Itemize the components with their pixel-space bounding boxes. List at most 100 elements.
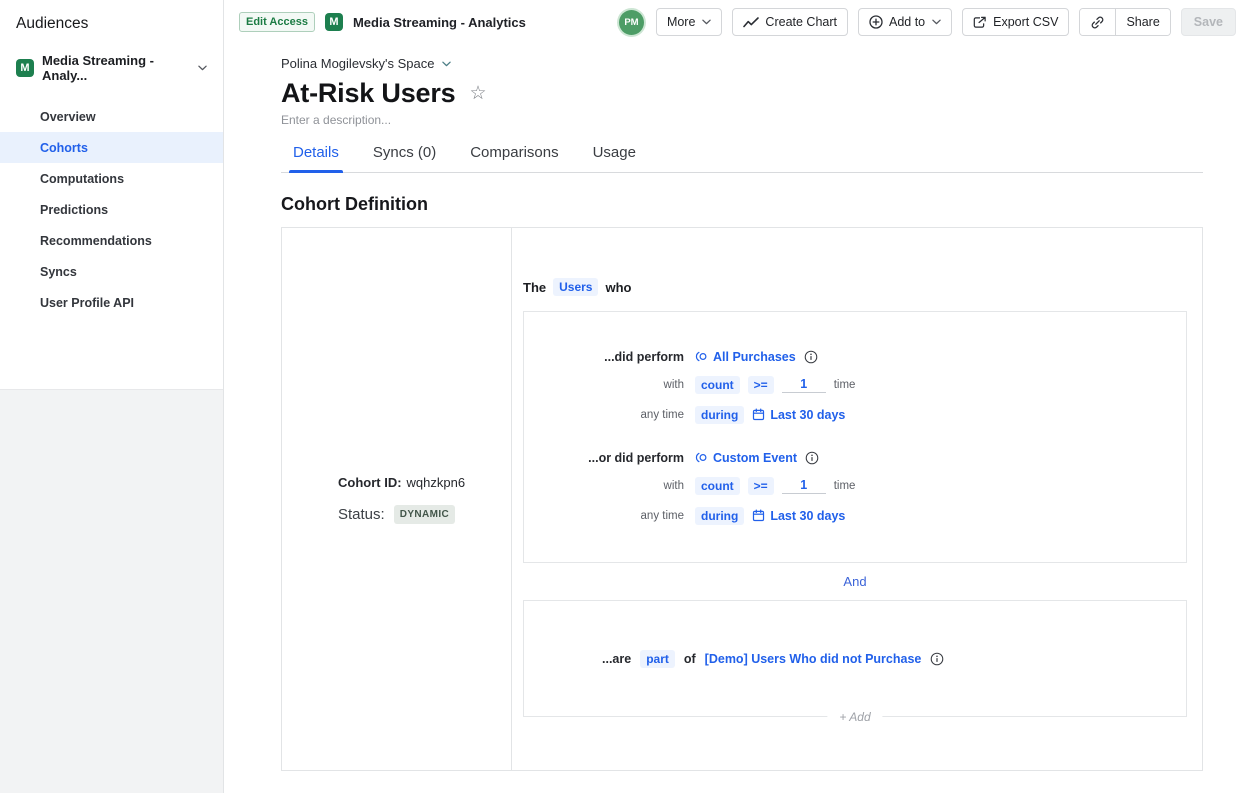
tab-usage[interactable]: Usage bbox=[589, 144, 640, 172]
time-window-label: Last 30 days bbox=[770, 408, 845, 422]
definition-builder: The Users who ...did perform bbox=[512, 228, 1202, 770]
aggregation-chip[interactable]: count bbox=[695, 376, 740, 394]
tab-comparisons[interactable]: Comparisons bbox=[466, 144, 562, 172]
unit-label: time bbox=[834, 480, 856, 492]
info-icon[interactable] bbox=[930, 652, 944, 666]
main-area: Edit Access M Media Streaming - Analytic… bbox=[224, 0, 1250, 793]
chevron-down-icon bbox=[442, 61, 451, 67]
subject-line: The Users who bbox=[523, 278, 1187, 296]
event-icon bbox=[695, 350, 708, 363]
tabs: Details Syncs (0) Comparisons Usage bbox=[281, 144, 1203, 173]
sidebar-item-user-profile-api[interactable]: User Profile API bbox=[0, 287, 223, 318]
link-icon bbox=[1090, 15, 1105, 30]
topbar-actions: PM More Create Chart bbox=[619, 8, 1236, 36]
tab-details[interactable]: Details bbox=[289, 144, 343, 172]
count-input[interactable]: 1 bbox=[782, 377, 826, 393]
time-window-link[interactable]: Last 30 days bbox=[752, 509, 845, 523]
sidebar-panel: Audiences M Media Streaming - Analy... O… bbox=[0, 0, 223, 390]
status-label: Status: bbox=[338, 506, 385, 523]
calendar-icon bbox=[752, 509, 765, 522]
operator-chip[interactable]: >= bbox=[748, 477, 774, 495]
topbar-left: Edit Access M Media Streaming - Analytic… bbox=[239, 12, 526, 32]
info-icon[interactable] bbox=[804, 350, 818, 364]
during-chip[interactable]: during bbox=[695, 406, 744, 424]
breadcrumb[interactable]: Polina Mogilevsky's Space bbox=[281, 56, 451, 71]
time-window-link[interactable]: Last 30 days bbox=[752, 408, 845, 422]
line-chart-icon bbox=[743, 17, 759, 28]
event-name: Custom Event bbox=[713, 451, 797, 465]
more-button[interactable]: More bbox=[656, 8, 722, 36]
description-placeholder[interactable]: Enter a description... bbox=[281, 113, 391, 127]
event-picker-link[interactable]: All Purchases bbox=[695, 350, 796, 364]
copy-link-button[interactable] bbox=[1080, 9, 1115, 35]
with-label: with bbox=[524, 379, 684, 391]
subject-users-chip[interactable]: Users bbox=[553, 278, 598, 296]
sidebar: Audiences M Media Streaming - Analy... O… bbox=[0, 0, 224, 793]
event-picker-link[interactable]: Custom Event bbox=[695, 451, 797, 465]
aggregation-chip[interactable]: count bbox=[695, 477, 740, 495]
status-badge: DYNAMIC bbox=[394, 505, 455, 524]
share-button[interactable]: Share bbox=[1116, 9, 1169, 35]
add-condition-button[interactable]: + Add bbox=[827, 710, 882, 724]
membership-mode-chip[interactable]: part bbox=[640, 650, 675, 668]
tab-syncs[interactable]: Syncs (0) bbox=[369, 144, 440, 172]
workspace-selector[interactable]: M Media Streaming - Analy... bbox=[8, 47, 215, 89]
create-chart-button[interactable]: Create Chart bbox=[732, 8, 848, 36]
subject-suffix: who bbox=[605, 280, 631, 295]
event-icon bbox=[695, 451, 708, 464]
export-csv-button[interactable]: Export CSV bbox=[962, 8, 1069, 36]
more-button-label: More bbox=[667, 15, 695, 29]
with-label: with bbox=[524, 480, 684, 492]
title-row: At-Risk Users ☆ bbox=[281, 78, 1203, 109]
page-content: Polina Mogilevsky's Space At-Risk Users … bbox=[224, 56, 1250, 771]
favorite-star-icon[interactable]: ☆ bbox=[469, 84, 486, 103]
chevron-down-icon bbox=[932, 19, 941, 25]
membership-card: ...are part of [Demo] Users Who did not … bbox=[523, 600, 1187, 717]
save-button[interactable]: Save bbox=[1181, 8, 1236, 36]
sidebar-item-cohorts[interactable]: Cohorts bbox=[0, 132, 223, 163]
sidebar-item-recommendations[interactable]: Recommendations bbox=[0, 225, 223, 256]
sidebar-item-overview[interactable]: Overview bbox=[0, 101, 223, 132]
event-condition-1: ...did perform All Purchases bbox=[524, 350, 1186, 424]
export-csv-label: Export CSV bbox=[993, 15, 1058, 29]
sidebar-item-predictions[interactable]: Predictions bbox=[0, 194, 223, 225]
add-to-button[interactable]: Add to bbox=[858, 8, 952, 36]
cohort-definition-panel: Cohort ID: wqhzkpn6 Status: DYNAMIC The U… bbox=[281, 227, 1203, 771]
workspace-name: Media Streaming - Analy... bbox=[42, 53, 188, 83]
user-avatar[interactable]: PM bbox=[619, 10, 644, 35]
chevron-down-icon bbox=[198, 65, 207, 71]
subject-prefix: The bbox=[523, 280, 546, 295]
add-to-label: Add to bbox=[889, 15, 925, 29]
anytime-label: any time bbox=[524, 409, 684, 421]
unit-label: time bbox=[834, 379, 856, 391]
count-input[interactable]: 1 bbox=[782, 478, 826, 494]
cohort-meta-column: Cohort ID: wqhzkpn6 Status: DYNAMIC bbox=[282, 228, 512, 770]
during-chip[interactable]: during bbox=[695, 507, 744, 525]
event-name: All Purchases bbox=[713, 350, 796, 364]
sidebar-item-computations[interactable]: Computations bbox=[0, 163, 223, 194]
cohort-id-value: wqhzkpn6 bbox=[407, 475, 466, 490]
sidebar-nav: Overview Cohorts Computations Prediction… bbox=[0, 101, 223, 318]
section-title: Cohort Definition bbox=[281, 194, 1203, 215]
chevron-down-icon bbox=[702, 19, 711, 25]
info-icon[interactable] bbox=[805, 451, 819, 465]
calendar-icon bbox=[752, 408, 765, 421]
edit-access-badge[interactable]: Edit Access bbox=[239, 12, 315, 32]
operator-chip[interactable]: >= bbox=[748, 376, 774, 394]
sidebar-item-syncs[interactable]: Syncs bbox=[0, 256, 223, 287]
product-title: Audiences bbox=[16, 15, 207, 33]
cohort-picker-link[interactable]: [Demo] Users Who did not Purchase bbox=[705, 652, 922, 666]
export-icon bbox=[973, 16, 987, 29]
condition-verb-label: ...or did perform bbox=[524, 451, 684, 465]
condition-verb-label: ...did perform bbox=[524, 350, 684, 364]
membership-of-label: of bbox=[684, 652, 696, 666]
membership-row: ...are part of [Demo] Users Who did not … bbox=[602, 650, 944, 668]
cohort-id-label: Cohort ID: bbox=[338, 475, 402, 490]
page-title: At-Risk Users bbox=[281, 78, 455, 109]
topbar: Edit Access M Media Streaming - Analytic… bbox=[224, 0, 1250, 44]
event-conditions-card: ...did perform All Purchases bbox=[523, 311, 1187, 563]
plus-circle-icon bbox=[869, 15, 883, 29]
breadcrumb-label: Polina Mogilevsky's Space bbox=[281, 56, 435, 71]
and-connector[interactable]: And bbox=[523, 574, 1187, 589]
app-window: Audiences M Media Streaming - Analy... O… bbox=[0, 0, 1250, 793]
